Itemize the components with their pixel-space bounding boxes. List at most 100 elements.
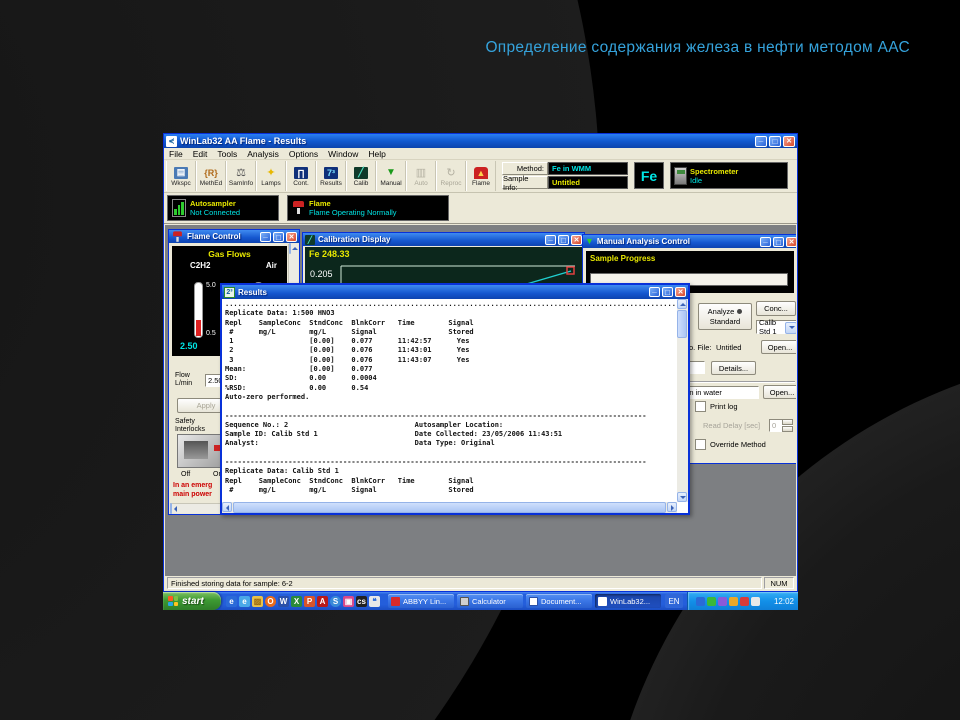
details-button[interactable]: Details... — [711, 361, 756, 375]
winlab-app-icon: ⋞ — [166, 136, 177, 147]
minimize-button[interactable] — [755, 136, 767, 147]
winlab-taskbar-icon — [598, 597, 607, 606]
flame-minimize-button[interactable] — [260, 232, 271, 242]
calibration-maximize-button[interactable] — [558, 235, 569, 245]
quicklaunch-acrobat-icon[interactable]: A — [317, 596, 328, 607]
tray-icon-4[interactable] — [729, 597, 738, 606]
calibration-title-bar[interactable]: ╱ Calibration Display — [303, 233, 584, 246]
quicklaunch-powerpoint-icon[interactable]: P — [304, 596, 315, 607]
scroll-up-icon[interactable] — [289, 243, 291, 254]
quicklaunch-messenger-icon[interactable]: ❝ — [369, 596, 380, 607]
toolbar-button-sample-info[interactable]: ⚖ SamInfo — [226, 161, 256, 191]
toolbar-button-flame[interactable]: ▲ Flame — [466, 161, 496, 191]
quicklaunch-word-icon[interactable]: W — [278, 596, 289, 607]
results-scroll-down-icon[interactable] — [677, 492, 687, 502]
quicklaunch-console-icon[interactable]: cs — [356, 596, 367, 607]
flame-status-icon — [292, 201, 305, 215]
menu-window[interactable]: Window — [328, 149, 358, 159]
task-button-winlab[interactable]: WinLab32... — [595, 594, 661, 608]
results-hscroll-thumb[interactable] — [233, 502, 666, 513]
quicklaunch-internet-explorer-icon[interactable]: e — [226, 596, 237, 607]
reprocess-icon: ↻ — [446, 165, 455, 180]
menu-options[interactable]: Options — [289, 149, 318, 159]
toolbar-button-results[interactable]: 7³ Results — [316, 161, 346, 191]
menu-file[interactable]: File — [169, 149, 183, 159]
results-scroll-left-icon[interactable] — [222, 502, 232, 512]
quicklaunch-skype-icon[interactable]: S — [330, 596, 341, 607]
screenshot: ⋞ WinLab32 AA Flame - Results File Edit … — [163, 133, 798, 610]
menu-analysis[interactable]: Analysis — [247, 149, 279, 159]
windows-logo-icon — [168, 596, 178, 606]
manual-close-button[interactable] — [786, 237, 796, 247]
flame-status-box: Flame Flame Operating Normally — [287, 195, 449, 221]
toolbar-button-calibration[interactable]: ╱ Calib — [346, 161, 376, 191]
analyze-standard-button[interactable]: Analyze Standard — [698, 303, 752, 330]
open-method-button[interactable]: Open... — [763, 385, 796, 399]
conc-button[interactable]: Conc... — [756, 301, 796, 316]
toolbar: ▤ Wkspc {R} MethEd ⚖ SamInfo ✦ Lamps ∏ — [164, 160, 797, 193]
main-title-bar[interactable]: ⋞ WinLab32 AA Flame - Results — [164, 134, 797, 148]
maximize-button[interactable] — [769, 136, 781, 147]
results-scroll-right-icon[interactable] — [667, 502, 677, 512]
task-button-document[interactable]: Document... — [526, 594, 592, 608]
tray-icon-5[interactable] — [740, 597, 749, 606]
standard-select[interactable]: Calib Std 1 — [756, 320, 796, 334]
manual-minimize-button[interactable] — [760, 237, 771, 247]
sample-info-label: Sample Info: — [502, 176, 548, 189]
results-text: ........................................… — [225, 300, 675, 501]
results-vertical-scrollbar[interactable] — [677, 299, 688, 502]
start-button[interactable]: start — [163, 592, 221, 610]
read-delay-spinner[interactable]: 0 — [769, 419, 793, 432]
task-button-calculator[interactable]: Calculator — [457, 594, 523, 608]
results-vscroll-thumb[interactable] — [677, 310, 687, 338]
menu-tools[interactable]: Tools — [217, 149, 237, 159]
toolbar-button-auto[interactable]: ▥ Auto — [406, 161, 436, 191]
quicklaunch-opera-icon[interactable]: O — [265, 596, 276, 607]
override-method-checkbox[interactable]: Override Method — [695, 439, 766, 450]
close-button[interactable] — [783, 136, 795, 147]
toolbar-button-manual[interactable]: ▼ Manual — [376, 161, 406, 191]
results-horizontal-scrollbar[interactable] — [222, 502, 677, 513]
sample-info-value: Untitled — [548, 176, 628, 189]
off-label[interactable]: Off — [181, 471, 190, 478]
emergency-warning-line2: main power — [173, 491, 212, 498]
scroll-left-icon[interactable] — [170, 503, 172, 514]
results-title-bar[interactable]: 2³ Results — [222, 285, 688, 299]
quicklaunch-folder-icon[interactable]: ▨ — [252, 596, 263, 607]
task-button-abbyy[interactable]: ABBYY Lin... — [388, 594, 454, 608]
manual-maximize-button[interactable] — [773, 237, 784, 247]
flame-maximize-button[interactable] — [273, 232, 284, 242]
tray-icon-6[interactable] — [751, 597, 760, 606]
results-minimize-button[interactable] — [649, 287, 660, 297]
print-log-checkbox[interactable]: Print log — [695, 401, 738, 412]
tray-icon-2[interactable] — [707, 597, 716, 606]
toolbar-button-lamps[interactable]: ✦ Lamps — [256, 161, 286, 191]
calibration-minimize-button[interactable] — [545, 235, 556, 245]
manual-title-bar[interactable]: ▼ Manual Analysis Control — [583, 235, 796, 248]
calibration-title: Calibration Display — [318, 235, 390, 244]
calibration-close-button[interactable] — [571, 235, 582, 245]
menu-help[interactable]: Help — [368, 149, 385, 159]
lamp-icon: ✦ — [266, 165, 275, 180]
spinner-arrows-icon[interactable] — [782, 419, 793, 432]
open-results-file-button[interactable]: Open... — [761, 340, 796, 354]
spectrometer-icon — [674, 167, 687, 185]
flame-close-button[interactable] — [286, 232, 297, 242]
tray-icon-1[interactable] — [696, 597, 705, 606]
toolbar-button-workspace[interactable]: ▤ Wkspc — [166, 161, 196, 191]
menu-edit[interactable]: Edit — [193, 149, 208, 159]
tray-icon-3[interactable] — [718, 597, 727, 606]
toolbar-button-method-editor[interactable]: {R} MethEd — [196, 161, 226, 191]
quicklaunch-browser-icon[interactable]: e — [239, 596, 250, 607]
language-indicator[interactable]: EN — [665, 594, 683, 608]
toolbar-button-continuous[interactable]: ∏ Cont. — [286, 161, 316, 191]
flame-control-title-bar[interactable]: Flame Control — [169, 230, 299, 243]
results-maximize-button[interactable] — [662, 287, 673, 297]
calibration-curve-icon: ╱ — [354, 165, 368, 180]
results-close-button[interactable] — [675, 287, 686, 297]
quicklaunch-excel-icon[interactable]: X — [291, 596, 302, 607]
results-scroll-up-icon[interactable] — [677, 299, 687, 309]
toolbar-button-reprocess[interactable]: ↻ Reproc — [436, 161, 466, 191]
quicklaunch-app-icon-1[interactable]: ▣ — [343, 596, 354, 607]
workspace-icon: ▤ — [174, 165, 188, 180]
